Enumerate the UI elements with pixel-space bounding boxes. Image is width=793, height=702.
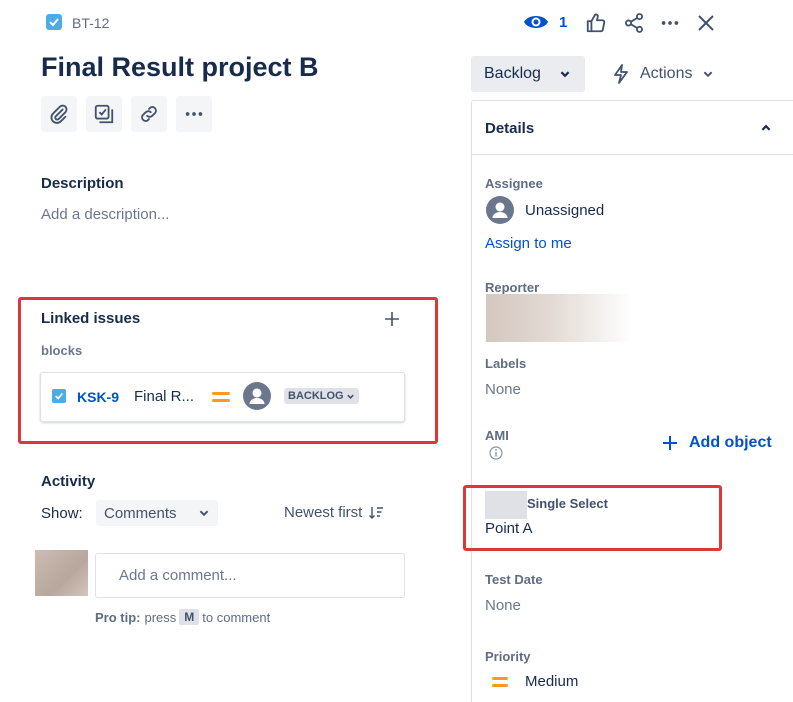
chevron-down-icon bbox=[560, 71, 570, 78]
assignee-avatar-icon[interactable] bbox=[243, 382, 271, 415]
description-label: Description bbox=[41, 175, 124, 192]
issue-title[interactable]: Final Result project B bbox=[41, 52, 319, 83]
pro-tip-pre: press bbox=[144, 609, 177, 625]
linked-issue-key[interactable]: KSK-9 bbox=[77, 389, 119, 405]
status-label: Backlog bbox=[484, 65, 541, 82]
blurred-field-icon bbox=[485, 491, 527, 519]
linked-issues-label: Linked issues bbox=[41, 310, 141, 327]
add-object-button[interactable]: Add object bbox=[662, 434, 772, 452]
priority-value[interactable]: Medium bbox=[525, 673, 578, 690]
assignee-label: Assignee bbox=[485, 176, 543, 191]
plus-icon bbox=[663, 436, 677, 450]
share-button[interactable] bbox=[621, 10, 647, 36]
issue-key-link[interactable]: BT-12 bbox=[72, 15, 109, 31]
pro-tip-post: to comment bbox=[202, 609, 271, 625]
show-label: Show: bbox=[41, 505, 83, 522]
labels-label: Labels bbox=[485, 356, 527, 371]
reporter-label: Reporter bbox=[485, 280, 540, 295]
priority-label: Priority bbox=[485, 649, 531, 664]
watchers-count: 1 bbox=[559, 13, 568, 31]
info-icon[interactable] bbox=[489, 446, 503, 465]
close-button[interactable] bbox=[693, 10, 719, 36]
sort-label: Newest first bbox=[284, 504, 363, 521]
more-icon bbox=[185, 112, 203, 116]
linked-issue-status-label: BACKLOG bbox=[288, 390, 344, 402]
comment-placeholder: Add a comment... bbox=[119, 567, 237, 584]
chevron-down-icon bbox=[346, 394, 354, 399]
add-child-issue-button[interactable] bbox=[86, 96, 122, 132]
unassigned-avatar-icon bbox=[486, 196, 514, 229]
add-linked-issue-button[interactable] bbox=[381, 308, 403, 330]
vote-button[interactable] bbox=[583, 10, 609, 36]
priority-medium-icon bbox=[492, 675, 508, 694]
reporter-value-blurred[interactable] bbox=[486, 294, 632, 342]
activity-label: Activity bbox=[41, 473, 96, 490]
single-select-label: Single Select bbox=[527, 496, 608, 511]
test-date-value[interactable]: None bbox=[485, 597, 521, 614]
more-icon bbox=[661, 21, 679, 25]
labels-value[interactable]: None bbox=[485, 381, 521, 398]
actions-label: Actions bbox=[640, 65, 693, 82]
actions-dropdown[interactable]: Actions bbox=[612, 56, 714, 92]
add-object-label: Add object bbox=[689, 434, 772, 451]
assign-to-me-link[interactable]: Assign to me bbox=[485, 235, 572, 252]
priority-medium-icon bbox=[212, 390, 230, 409]
paperclip-icon bbox=[50, 104, 68, 124]
story-checkbox-icon bbox=[46, 14, 62, 30]
activity-filter-value: Comments bbox=[104, 504, 177, 522]
more-actions-button[interactable] bbox=[657, 10, 683, 36]
current-user-avatar bbox=[35, 550, 88, 596]
chevron-up-icon bbox=[761, 124, 771, 131]
assignee-value[interactable]: Unassigned bbox=[525, 202, 604, 219]
details-title: Details bbox=[485, 120, 535, 137]
link-icon bbox=[141, 106, 157, 122]
description-field[interactable]: Add a description... bbox=[41, 206, 169, 223]
comment-input[interactable]: Add a comment... bbox=[95, 553, 405, 598]
eye-icon bbox=[524, 16, 548, 28]
thumbs-up-icon bbox=[586, 13, 606, 33]
pro-tip-bold: Pro tip: bbox=[95, 609, 141, 625]
linked-issue-status[interactable]: BACKLOG bbox=[284, 388, 359, 404]
sort-descending-icon bbox=[369, 506, 384, 519]
link-issue-button[interactable] bbox=[131, 96, 167, 132]
chevron-down-icon bbox=[199, 510, 209, 517]
share-icon bbox=[625, 13, 643, 33]
more-tools-button[interactable] bbox=[176, 96, 212, 132]
story-checkbox-icon bbox=[52, 389, 66, 403]
close-icon bbox=[698, 15, 714, 31]
ami-label: AMI bbox=[485, 428, 509, 443]
status-dropdown[interactable]: Backlog bbox=[471, 56, 585, 92]
attach-button[interactable] bbox=[41, 96, 77, 132]
subtask-icon bbox=[94, 104, 114, 124]
lightning-icon bbox=[614, 64, 628, 84]
pro-tip-key: M bbox=[179, 609, 200, 625]
link-relation-label: blocks bbox=[41, 343, 83, 358]
watch-button[interactable]: 1 bbox=[523, 10, 567, 34]
pro-tip: Pro tip: press M to comment bbox=[95, 609, 270, 625]
collapse-details-button[interactable] bbox=[757, 119, 775, 137]
linked-issue-summary[interactable]: Final R... bbox=[134, 388, 194, 405]
sort-order-button[interactable]: Newest first bbox=[284, 504, 384, 521]
chevron-down-icon bbox=[704, 71, 713, 78]
activity-filter-dropdown[interactable]: Comments bbox=[96, 500, 218, 526]
plus-icon bbox=[385, 312, 399, 326]
single-select-value[interactable]: Point A bbox=[485, 520, 533, 537]
test-date-label: Test Date bbox=[485, 572, 543, 587]
